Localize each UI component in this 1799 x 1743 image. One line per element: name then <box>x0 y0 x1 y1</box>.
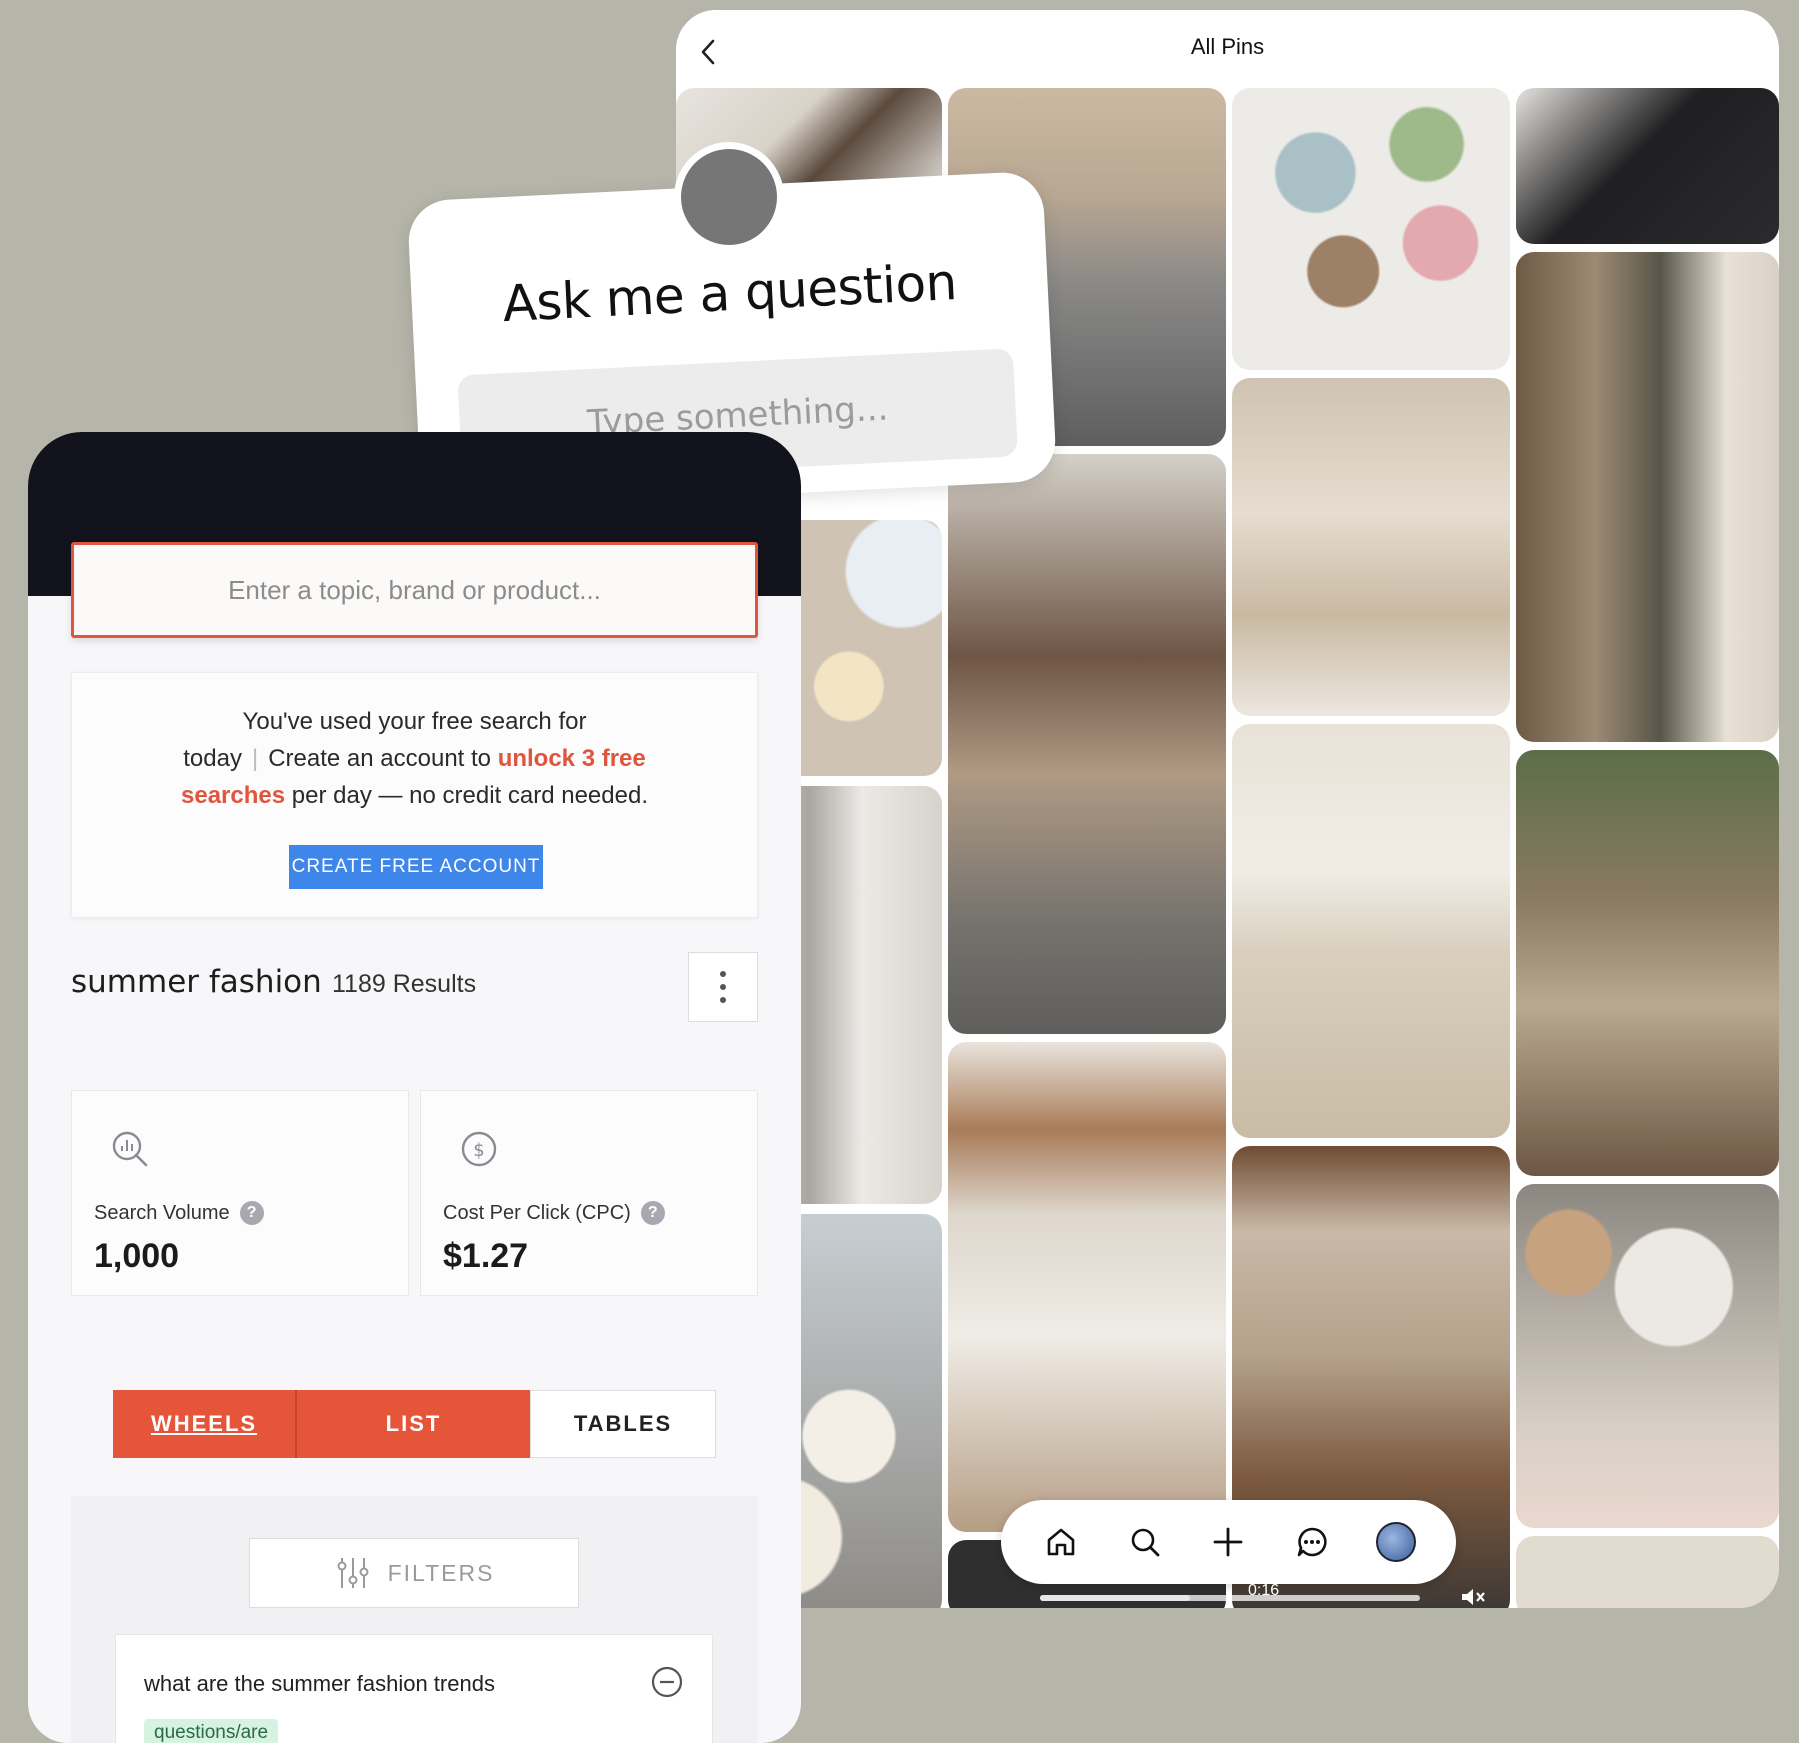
stat-label-text: Search Volume <box>94 1201 230 1224</box>
more-options-button[interactable] <box>688 952 758 1022</box>
view-tabs: WHEELS LIST TABLES <box>113 1390 716 1458</box>
stat-label-text: Cost Per Click (CPC) <box>443 1201 631 1224</box>
search-volume-value: 1,000 <box>94 1237 180 1275</box>
results-header: summer fashion 1189 Results <box>71 952 758 1022</box>
search-term: summer fashion <box>71 964 322 1000</box>
pin-library-outfit[interactable] <box>1516 252 1779 742</box>
nav-messages[interactable] <box>1286 1516 1338 1568</box>
list-item[interactable]: what are the summer fashion trends quest… <box>115 1634 713 1743</box>
page-title: All Pins <box>1190 34 1265 59</box>
divider: | <box>251 745 259 772</box>
sticker-avatar <box>674 142 784 252</box>
kebab-dot <box>720 997 726 1003</box>
video-time: 0:16 <box>1248 1582 1280 1599</box>
tab-list[interactable]: LIST <box>295 1390 530 1458</box>
filters-button[interactable]: FILTERS <box>249 1538 579 1608</box>
pin-cafe-table[interactable] <box>1516 1184 1779 1528</box>
notice-highlight-1: unlock 3 free <box>497 745 646 772</box>
filters-label: FILTERS <box>387 1559 495 1586</box>
kebab-dot <box>720 984 726 990</box>
pin-cottage-hallway[interactable] <box>948 1042 1226 1532</box>
minus-circle-icon[interactable] <box>650 1665 684 1699</box>
cpc-label: Cost Per Click (CPC)? <box>443 1201 665 1225</box>
pin-cream-kitchen[interactable] <box>1232 378 1510 716</box>
mute-button[interactable] <box>1458 1582 1488 1608</box>
notice-create-text: Create an account to <box>268 745 492 772</box>
nav-search[interactable] <box>1119 1516 1171 1568</box>
dollar-icon: $ <box>461 1131 497 1167</box>
bottom-nav <box>1001 1500 1456 1584</box>
svg-text:$: $ <box>473 1140 484 1161</box>
keyword-text: what are the summer fashion trends <box>144 1671 495 1696</box>
create-account-button[interactable]: CREATE FREE ACCOUNT <box>289 845 543 889</box>
pin-cream-doors[interactable] <box>1516 1536 1779 1608</box>
nav-home[interactable] <box>1035 1516 1087 1568</box>
pin-kitchen-sink[interactable] <box>1232 724 1510 1138</box>
cpc-card: $ Cost Per Click (CPC)? $1.27 <box>420 1090 758 1296</box>
keyword-list-area: FILTERS what are the summer fashion tren… <box>71 1496 758 1743</box>
messages-icon <box>1297 1527 1327 1557</box>
add-icon <box>1214 1527 1243 1557</box>
keyword-tool-card: Enter a topic, brand or product... You'v… <box>28 432 801 1743</box>
tab-tables[interactable]: TABLES <box>530 1390 716 1458</box>
pin-brown-blazer-look[interactable] <box>948 454 1226 1034</box>
kebab-dot <box>720 971 726 977</box>
notice-tail: per day — no credit card needed. <box>291 782 648 809</box>
notice-line1: You've used your free search for <box>242 708 587 735</box>
speaker-muted-icon <box>1462 1589 1485 1605</box>
help-icon[interactable]: ? <box>239 1201 264 1225</box>
keyword-category-badge: questions/are <box>144 1719 279 1743</box>
cpc-value: $1.27 <box>443 1237 529 1275</box>
topic-search-input[interactable]: Enter a topic, brand or product... <box>71 542 758 638</box>
pins-header: All Pins <box>676 10 1779 88</box>
chart-search-icon <box>112 1131 148 1167</box>
home-icon <box>1047 1528 1075 1556</box>
pin-iced-drinks[interactable] <box>1232 88 1510 370</box>
profile-avatar <box>1376 1522 1417 1562</box>
notice-highlight-2: searches <box>181 782 286 809</box>
search-volume-card: Search Volume? 1,000 <box>71 1090 409 1296</box>
search-volume-label: Search Volume? <box>94 1201 264 1225</box>
search-icon <box>1131 1528 1160 1557</box>
nav-profile[interactable] <box>1370 1516 1422 1568</box>
video-progress-fill <box>1040 1595 1190 1601</box>
pin-black-suit[interactable] <box>1516 88 1779 244</box>
free-search-notice: You've used your free search for today | C… <box>71 672 758 918</box>
question-title: Ask me a question <box>501 252 959 334</box>
notice-today: today <box>183 745 242 772</box>
nav-create[interactable] <box>1202 1516 1254 1568</box>
notice-text: You've used your free search for today | C… <box>142 703 687 814</box>
results-count: 1189 Results <box>332 970 477 998</box>
tab-wheels[interactable]: WHEELS <box>113 1390 295 1458</box>
sliders-icon <box>337 1558 369 1588</box>
help-icon[interactable]: ? <box>640 1201 665 1225</box>
pin-reading-chair[interactable] <box>1516 750 1779 1176</box>
